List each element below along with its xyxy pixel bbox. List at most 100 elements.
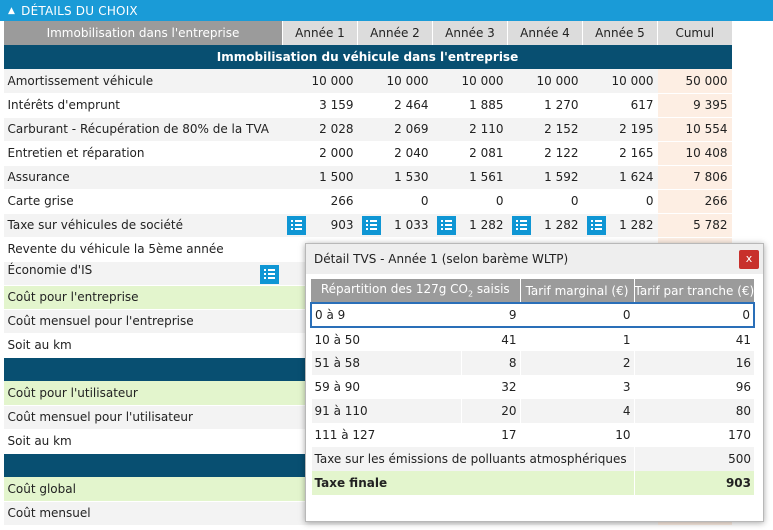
row-label: Soit au km <box>3 333 283 358</box>
tvs-detail-list-icon[interactable] <box>586 215 606 235</box>
cell-value: 2 110 <box>432 117 508 142</box>
header-annee-4: Année 4 <box>507 21 583 45</box>
table-row: Entretien et réparation 2 000 2 040 2 08… <box>3 141 732 166</box>
row-label: Assurance <box>3 165 283 190</box>
cell-grams: 17 <box>460 423 520 447</box>
table-row[interactable]: 0 à 9 9 0 0 <box>310 302 755 328</box>
header-annee-2: Année 2 <box>357 21 433 45</box>
cell-value: 0 <box>582 189 658 214</box>
cell-amount: 41 <box>633 327 754 351</box>
row-label: Soit au km <box>3 429 283 454</box>
cell-value: 617 <box>582 93 658 118</box>
cell-range: 0 à 9 <box>310 302 461 328</box>
table-row[interactable]: 51 à 58 8 2 16 <box>310 351 754 375</box>
table-row: Taxe sur véhicules de société 903 1 033 … <box>3 213 732 238</box>
cell-range: 91 à 110 <box>310 399 461 423</box>
cell-grams: 20 <box>460 399 520 423</box>
cell-amount: 80 <box>633 399 754 423</box>
cell-range: 51 à 58 <box>310 351 461 375</box>
emissions-row: Taxe sur les émissions de polluants atmo… <box>310 447 754 471</box>
cell-cumul: 266 <box>657 189 732 214</box>
dialog-titlebar[interactable]: Détail TVS - Année 1 (selon barème WLTP)… <box>306 244 763 274</box>
tvs-detail-list-icon[interactable] <box>286 215 306 235</box>
cell-grams: 9 <box>460 302 520 328</box>
cell-cumul: 7 806 <box>657 165 732 190</box>
cell-rate: 2 <box>519 351 634 375</box>
details-header-bar[interactable]: ▲ DÉTAILS DU CHOIX <box>0 0 773 21</box>
table-row: Assurance 1 500 1 530 1 561 1 592 1 624 … <box>3 165 732 190</box>
header-immobilisation: Immobilisation dans l'entreprise <box>3 21 283 45</box>
cell-value: 266 <box>282 189 358 214</box>
tvs-detail-list-icon[interactable] <box>511 215 531 235</box>
cell-value: 1 885 <box>432 93 508 118</box>
header-row: Immobilisation dans l'entreprise Année 1… <box>3 21 732 45</box>
cell-value: 2 028 <box>282 117 358 142</box>
tvs-header-row: Répartition des 127g CO2 saisis Tarif ma… <box>311 279 754 303</box>
cell-grams: 8 <box>460 351 520 375</box>
table-row[interactable]: 59 à 90 32 3 96 <box>310 375 754 399</box>
table-row: Amortissement véhicule 10 000 10 000 10 … <box>3 69 732 94</box>
header-annee-5: Année 5 <box>582 21 658 45</box>
cell-value: 10 000 <box>507 69 583 94</box>
cell-value: 1 592 <box>507 165 583 190</box>
row-label: Entretien et réparation <box>3 141 283 166</box>
emissions-value: 500 <box>633 447 754 471</box>
cell-range: 111 à 127 <box>310 423 461 447</box>
table-row[interactable]: 91 à 110 20 4 80 <box>310 399 754 423</box>
row-label: Intérêts d'emprunt <box>3 93 283 118</box>
tvs-detail-list-icon[interactable] <box>436 215 456 235</box>
cell-value: 1 530 <box>357 165 433 190</box>
cell-value: 2 081 <box>432 141 508 166</box>
cell-value: 1 500 <box>282 165 358 190</box>
row-label: Économie d'IS <box>7 262 93 277</box>
header-tarif-tranche: Tarif par tranche (€) <box>633 279 754 303</box>
header-repartition: Répartition des 127g CO2 saisis <box>311 279 520 303</box>
dialog-title: Détail TVS - Année 1 (selon barème WLTP) <box>314 252 569 266</box>
cell-cumul: 5 782 <box>657 213 732 238</box>
cell-value: 2 464 <box>357 93 433 118</box>
cell-grams: 41 <box>460 327 520 351</box>
cell-rate: 4 <box>519 399 634 423</box>
cell-value: 2 165 <box>582 141 658 166</box>
cell-value: 10 000 <box>357 69 433 94</box>
collapse-triangle-icon[interactable]: ▲ <box>8 6 15 16</box>
cell-value: 1 282 <box>619 218 654 232</box>
tvs-detail-list-icon[interactable] <box>361 215 381 235</box>
cell-value: 2 069 <box>357 117 433 142</box>
cell-range: 10 à 50 <box>310 327 461 351</box>
cell-value: 3 159 <box>282 93 358 118</box>
header-annee-1: Année 1 <box>282 21 358 45</box>
row-label: Coût mensuel pour l'entreprise <box>3 309 283 334</box>
table-row[interactable]: 10 à 50 41 1 41 <box>310 327 754 351</box>
cell-amount: 16 <box>633 351 754 375</box>
header-tarif-marginal: Tarif marginal (€) <box>519 279 634 303</box>
header-annee-3: Année 3 <box>432 21 508 45</box>
cell-value: 1 033 <box>394 218 429 232</box>
table-row[interactable]: 111 à 127 17 10 170 <box>310 423 754 447</box>
cell-value: 0 <box>357 189 433 214</box>
section-title: Immobilisation du véhicule dans l'entrep… <box>3 45 732 69</box>
cell-value: 1 270 <box>507 93 583 118</box>
cell-rate: 10 <box>519 423 634 447</box>
cell-cumul: 50 000 <box>657 69 732 94</box>
row-label: Coût mensuel <box>3 501 283 526</box>
cell-value: 2 000 <box>282 141 358 166</box>
row-label: Carburant - Récupération de 80% de la TV… <box>3 117 283 142</box>
row-label: Coût pour l'utilisateur <box>3 381 283 406</box>
cell-amount: 170 <box>633 423 754 447</box>
table-row: Carburant - Récupération de 80% de la TV… <box>3 117 732 142</box>
close-button[interactable]: x <box>739 250 759 269</box>
cell-rate: 3 <box>519 375 634 399</box>
emissions-label: Taxe sur les émissions de polluants atmo… <box>310 447 634 471</box>
cell-value: 1 282 <box>544 218 579 232</box>
table-row: Intérêts d'emprunt 3 159 2 464 1 885 1 2… <box>3 93 732 118</box>
table-row: Carte grise 266 0 0 0 0 266 <box>3 189 732 214</box>
tvs-table: Répartition des 127g CO2 saisis Tarif ma… <box>310 279 755 495</box>
row-label: Coût pour l'entreprise <box>3 285 283 310</box>
cell-amount: 0 <box>633 302 755 328</box>
final-tax-label: Taxe finale <box>310 471 634 495</box>
final-tax-value: 903 <box>633 471 754 495</box>
cell-value: 1 624 <box>582 165 658 190</box>
is-detail-list-icon[interactable] <box>259 264 279 284</box>
cell-cumul: 10 408 <box>657 141 732 166</box>
